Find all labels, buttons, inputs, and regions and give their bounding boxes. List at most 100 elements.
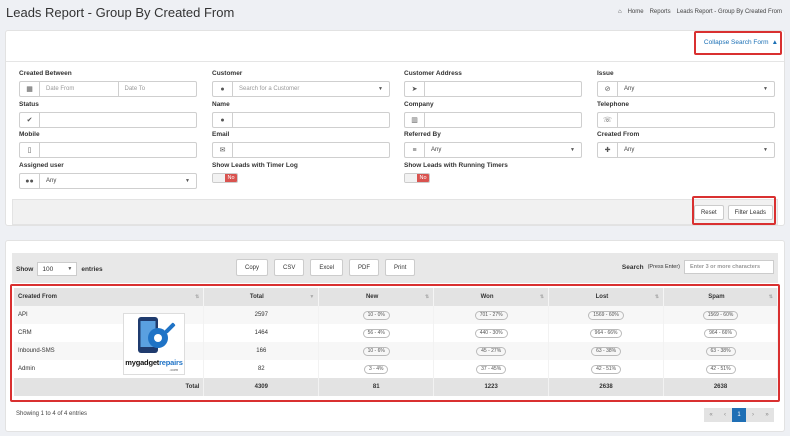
assigned-user-select[interactable]: Any ▼ [40,174,196,188]
last-page-button[interactable]: » [760,408,774,422]
cell-new: 10 - 0% [362,310,390,320]
chevron-down-icon: ▼ [763,147,768,153]
footer-total-label: Total [14,378,205,396]
customer-field: Customer ● Search for a Customer ▼ [212,70,390,97]
envelope-icon: ✉ [213,143,233,157]
cell-won: 440 - 30% [474,328,508,338]
chevron-down-icon: ▼ [570,147,575,153]
column-header-won[interactable]: Won ⇅ [433,288,550,306]
list-icon: ≡ [405,143,425,157]
logo-brand-b: repairs [159,358,183,367]
created-between-field: Created Between ▦ Date From Date To [19,70,197,97]
status-label: Status [19,101,39,108]
ban-icon: ⊘ [598,82,618,96]
breadcrumb-home[interactable]: Home [628,9,644,15]
plus-icon: ✚ [598,143,618,157]
user-icon: ● [213,82,233,96]
company-input[interactable] [425,113,581,127]
location-arrow-icon: ➤ [405,82,425,96]
referred-by-label: Referred By [404,131,441,138]
chevron-down-icon: ▼ [378,86,383,92]
phone-icon: ☏ [598,113,618,127]
excel-button[interactable]: Excel [310,259,344,276]
form-divider [6,61,784,62]
calendar-icon: ▦ [20,82,40,96]
cell-won: 45 - 27% [476,346,507,356]
user-icon: ● [213,113,233,127]
breadcrumb-reports[interactable]: Reports [650,9,671,15]
running-timers-toggle[interactable]: No [404,173,430,183]
show-label: Show [16,265,34,273]
csv-button[interactable]: CSV [274,259,305,276]
toggle-state: No [225,174,237,182]
customer-select[interactable]: Search for a Customer ▼ [233,82,389,96]
column-header-created-from[interactable]: Created From ⇅ [14,288,205,306]
referred-by-select[interactable]: Any ▼ [425,143,581,157]
chevron-up-icon: ▲ [771,39,778,46]
column-header-new[interactable]: New ⇅ [318,288,435,306]
page-title: Leads Report - Group By Created From [6,5,235,20]
column-header-lost[interactable]: Lost ⇅ [548,288,665,306]
date-to-input[interactable]: Date To [119,82,197,96]
next-page-button[interactable]: › [746,408,760,422]
customer-address-label: Customer Address [404,70,462,77]
collapse-search-label: Collapse Search Form [703,39,769,46]
mobile-input[interactable] [40,143,196,157]
print-button[interactable]: Print [385,259,416,276]
entries-label: entries [81,265,103,273]
status-input[interactable] [40,113,196,127]
chevron-down-icon: ▼ [185,178,190,184]
pdf-button[interactable]: PDF [349,259,380,276]
date-from-input[interactable]: Date From [40,82,119,96]
copy-button[interactable]: Copy [236,259,269,276]
cell-won: 37 - 45% [476,364,507,374]
collapse-search-form-link[interactable]: Collapse Search Form ▲ [704,39,778,46]
pagination: « ‹ 1 › » [704,408,774,422]
timer-log-toggle[interactable]: No [212,173,238,183]
created-between-label: Created Between [19,70,72,77]
created-from-select[interactable]: Any ▼ [618,143,774,157]
check-icon: ✔ [20,113,40,127]
search-input[interactable]: Enter 3 or more characters [684,260,774,274]
customer-label: Customer [212,70,243,77]
email-input[interactable] [233,143,389,157]
cell-new: 56 - 4% [362,328,390,338]
page-1-button[interactable]: 1 [732,408,746,422]
column-header-total[interactable]: Total ▼ [203,288,320,306]
footer-lost: 2638 [548,378,665,396]
cell-total: 166 [203,342,320,360]
customer-address-input[interactable] [425,82,581,96]
reset-button[interactable]: Reset [693,205,724,220]
issue-label: Issue [597,70,614,77]
company-field: Company ▥ [404,101,582,128]
name-field: Name ● [212,101,390,128]
cell-lost: 1569 - 60% [588,310,624,320]
telephone-input[interactable] [618,113,774,127]
footer-spam: 2638 [663,378,778,396]
filter-leads-button[interactable]: Filter Leads [727,205,773,220]
name-label: Name [212,101,230,108]
column-header-spam[interactable]: Spam ⇅ [663,288,778,306]
issue-select[interactable]: Any ▼ [618,82,774,96]
search-label: Search [621,263,644,271]
page-length-select[interactable]: 100 ▼ [37,262,78,276]
mobile-field: Mobile ▯ [19,131,197,158]
chevron-down-icon: ▼ [67,266,73,272]
timer-log-field: Show Leads with Timer Log No [212,162,390,184]
created-from-label: Created From [597,131,640,138]
name-input[interactable] [233,113,389,127]
mobile-icon: ▯ [20,143,40,157]
table-info: Showing 1 to 4 of 4 entries [16,411,88,417]
footer-new: 81 [318,378,435,396]
results-panel: Show 100 ▼ entries Copy CSV Excel PDF Pri… [5,240,785,432]
building-icon: ▥ [405,113,425,127]
table-search: Search (Press Enter) Enter 3 or more cha… [622,260,774,274]
telephone-label: Telephone [597,101,630,108]
assigned-user-field: Assigned user ●● Any ▼ [19,162,197,189]
cell-new: 10 - 6% [362,346,390,356]
prev-page-button[interactable]: ‹ [718,408,732,422]
running-timers-field: Show Leads with Running Timers No [404,162,582,184]
footer-won: 1223 [433,378,550,396]
cell-total: 1464 [203,324,320,342]
first-page-button[interactable]: « [704,408,718,422]
